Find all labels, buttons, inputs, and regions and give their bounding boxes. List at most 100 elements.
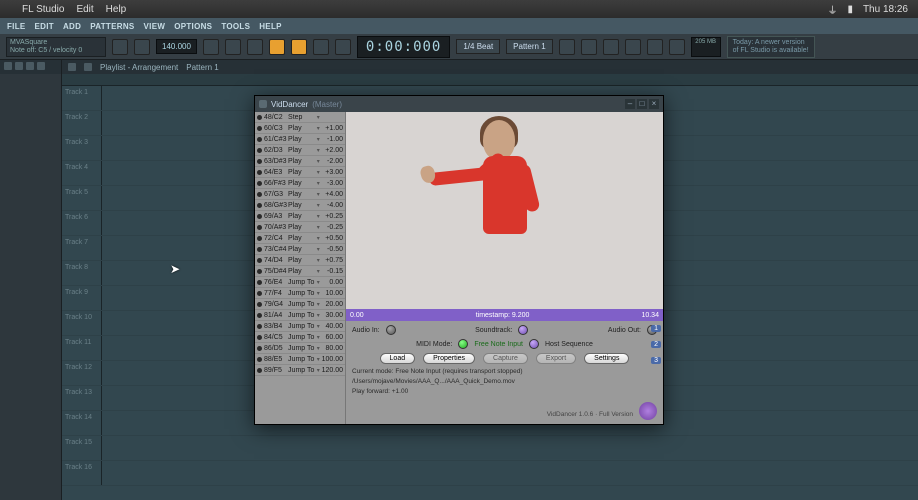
stop-button[interactable] (225, 39, 241, 55)
fl-menu-options[interactable]: OPTIONS (171, 21, 215, 32)
midi-value[interactable]: -0.50 (321, 246, 343, 253)
toolbar-btn[interactable] (669, 39, 685, 55)
minimize-icon[interactable]: – (625, 99, 635, 109)
track-label[interactable]: Track 16 (62, 461, 102, 485)
midi-row[interactable]: 70/A#3Play▾-0.25 (255, 222, 345, 233)
midi-mapping-list[interactable]: 48/C2Step▾60/C3Play▾+1.0061/C#3Play▾-1.0… (255, 112, 345, 424)
dropdown-icon[interactable]: ▾ (317, 323, 320, 330)
midi-value[interactable]: -0.25 (321, 224, 343, 231)
midi-value[interactable]: 20.00 (321, 301, 343, 308)
fl-menu-patterns[interactable]: PATTERNS (87, 21, 137, 32)
midi-row[interactable]: 62/D3Play▾+2.00 (255, 145, 345, 156)
playlist-ruler[interactable] (62, 74, 918, 86)
playlist-tool-icon[interactable] (84, 63, 92, 71)
midi-action[interactable]: Play (288, 257, 316, 264)
plugin-menu-icon[interactable] (259, 100, 267, 108)
plugin-titlebar[interactable]: VidDancer (Master) – □ × (255, 96, 663, 112)
midi-action[interactable]: Jump To (288, 356, 316, 363)
load-button[interactable]: Load (380, 353, 416, 364)
midi-row[interactable]: 77/F4Jump To▾10.00 (255, 288, 345, 299)
midi-row[interactable]: 88/E5Jump To▾100.00 (255, 354, 345, 365)
browser-icon[interactable] (15, 62, 23, 70)
battery-icon[interactable]: ▮ (847, 4, 853, 15)
fl-menu-edit[interactable]: EDIT (32, 21, 57, 32)
toolbar-btn[interactable] (559, 39, 575, 55)
midi-action[interactable]: Jump To (288, 279, 316, 286)
midi-action[interactable]: Play (288, 191, 316, 198)
maximize-icon[interactable]: □ (637, 99, 647, 109)
video-preview[interactable] (345, 112, 663, 309)
midi-action[interactable]: Jump To (288, 290, 316, 297)
midi-action[interactable]: Jump To (288, 323, 316, 330)
midi-row[interactable]: 75/D#4Play▾-0.15 (255, 266, 345, 277)
toolbar-btn[interactable] (603, 39, 619, 55)
midi-value[interactable]: +0.75 (321, 257, 343, 264)
dropdown-icon[interactable]: ▾ (317, 257, 320, 264)
track-label[interactable]: Track 2 (62, 111, 102, 135)
track-label[interactable]: Track 14 (62, 411, 102, 435)
fl-menu-help[interactable]: HELP (256, 21, 285, 32)
fl-menu-tools[interactable]: TOOLS (218, 21, 253, 32)
midi-value[interactable]: 100.00 (321, 356, 343, 363)
update-notice[interactable]: Today: A newer version of FL Studio is a… (727, 36, 815, 58)
midi-value[interactable]: +0.50 (321, 235, 343, 242)
midi-row[interactable]: 48/C2Step▾ (255, 112, 345, 123)
midi-value[interactable]: 0.00 (321, 279, 343, 286)
play-button[interactable] (203, 39, 219, 55)
midi-row[interactable]: 69/A3Play▾+0.25 (255, 211, 345, 222)
close-icon[interactable]: × (649, 99, 659, 109)
time-display[interactable]: 0:00:000 (357, 36, 450, 58)
dropdown-icon[interactable]: ▾ (317, 345, 320, 352)
dropdown-icon[interactable]: ▾ (317, 114, 320, 121)
bpm-display[interactable]: 140.000 (156, 39, 197, 54)
app-name[interactable]: FL Studio (22, 4, 64, 15)
track-label[interactable]: Track 11 (62, 336, 102, 360)
clock[interactable]: Thu 18:26 (863, 4, 908, 15)
midi-row[interactable]: 64/E3Play▾+3.00 (255, 167, 345, 178)
track-label[interactable]: Track 13 (62, 386, 102, 410)
midi-row[interactable]: 61/C#3Play▾-1.00 (255, 134, 345, 145)
host-seq-radio[interactable] (529, 339, 539, 349)
midi-action[interactable]: Play (288, 180, 316, 187)
pattern-mode-button[interactable] (269, 39, 285, 55)
track-label[interactable]: Track 1 (62, 86, 102, 110)
toolbar-btn[interactable] (647, 39, 663, 55)
dropdown-icon[interactable]: ▾ (317, 246, 320, 253)
midi-action[interactable]: Step (288, 114, 316, 121)
midi-row[interactable]: 67/G3Play▾+4.00 (255, 189, 345, 200)
toolbar-btn[interactable] (625, 39, 641, 55)
dropdown-icon[interactable]: ▾ (317, 334, 320, 341)
toolbar-btn[interactable] (313, 39, 329, 55)
midi-value[interactable]: +0.25 (321, 213, 343, 220)
dropdown-icon[interactable]: ▾ (317, 367, 320, 374)
track-label[interactable]: Track 3 (62, 136, 102, 160)
toolbar-btn[interactable] (134, 39, 150, 55)
browser-icon[interactable] (37, 62, 45, 70)
menu-help[interactable]: Help (106, 4, 127, 15)
dropdown-icon[interactable]: ▾ (317, 180, 320, 187)
wifi-icon[interactable]: ⏚ (827, 2, 837, 17)
dropdown-icon[interactable]: ▾ (317, 290, 320, 297)
midi-action[interactable]: Play (288, 147, 316, 154)
midi-value[interactable]: 40.00 (321, 323, 343, 330)
midi-action[interactable]: Jump To (288, 345, 316, 352)
midi-row[interactable]: 86/D5Jump To▾80.00 (255, 343, 345, 354)
midi-row[interactable]: 76/E4Jump To▾0.00 (255, 277, 345, 288)
midi-value[interactable]: -4.00 (321, 202, 343, 209)
song-mode-button[interactable] (291, 39, 307, 55)
dropdown-icon[interactable]: ▾ (317, 235, 320, 242)
dropdown-icon[interactable]: ▾ (317, 136, 320, 143)
midi-action[interactable]: Play (288, 213, 316, 220)
browser-icon[interactable] (4, 62, 12, 70)
midi-value[interactable]: 60.00 (321, 334, 343, 341)
midi-action[interactable]: Jump To (288, 334, 316, 341)
midi-action[interactable]: Play (288, 268, 316, 275)
dropdown-icon[interactable]: ▾ (317, 169, 320, 176)
midi-action[interactable]: Play (288, 158, 316, 165)
midi-action[interactable]: Play (288, 125, 316, 132)
side-indicator-1[interactable]: 1 (651, 325, 661, 332)
midi-row[interactable]: 73/C#4Play▾-0.50 (255, 244, 345, 255)
dropdown-icon[interactable]: ▾ (317, 268, 320, 275)
midi-row[interactable]: 72/C4Play▾+0.50 (255, 233, 345, 244)
fl-menu-file[interactable]: FILE (4, 21, 29, 32)
